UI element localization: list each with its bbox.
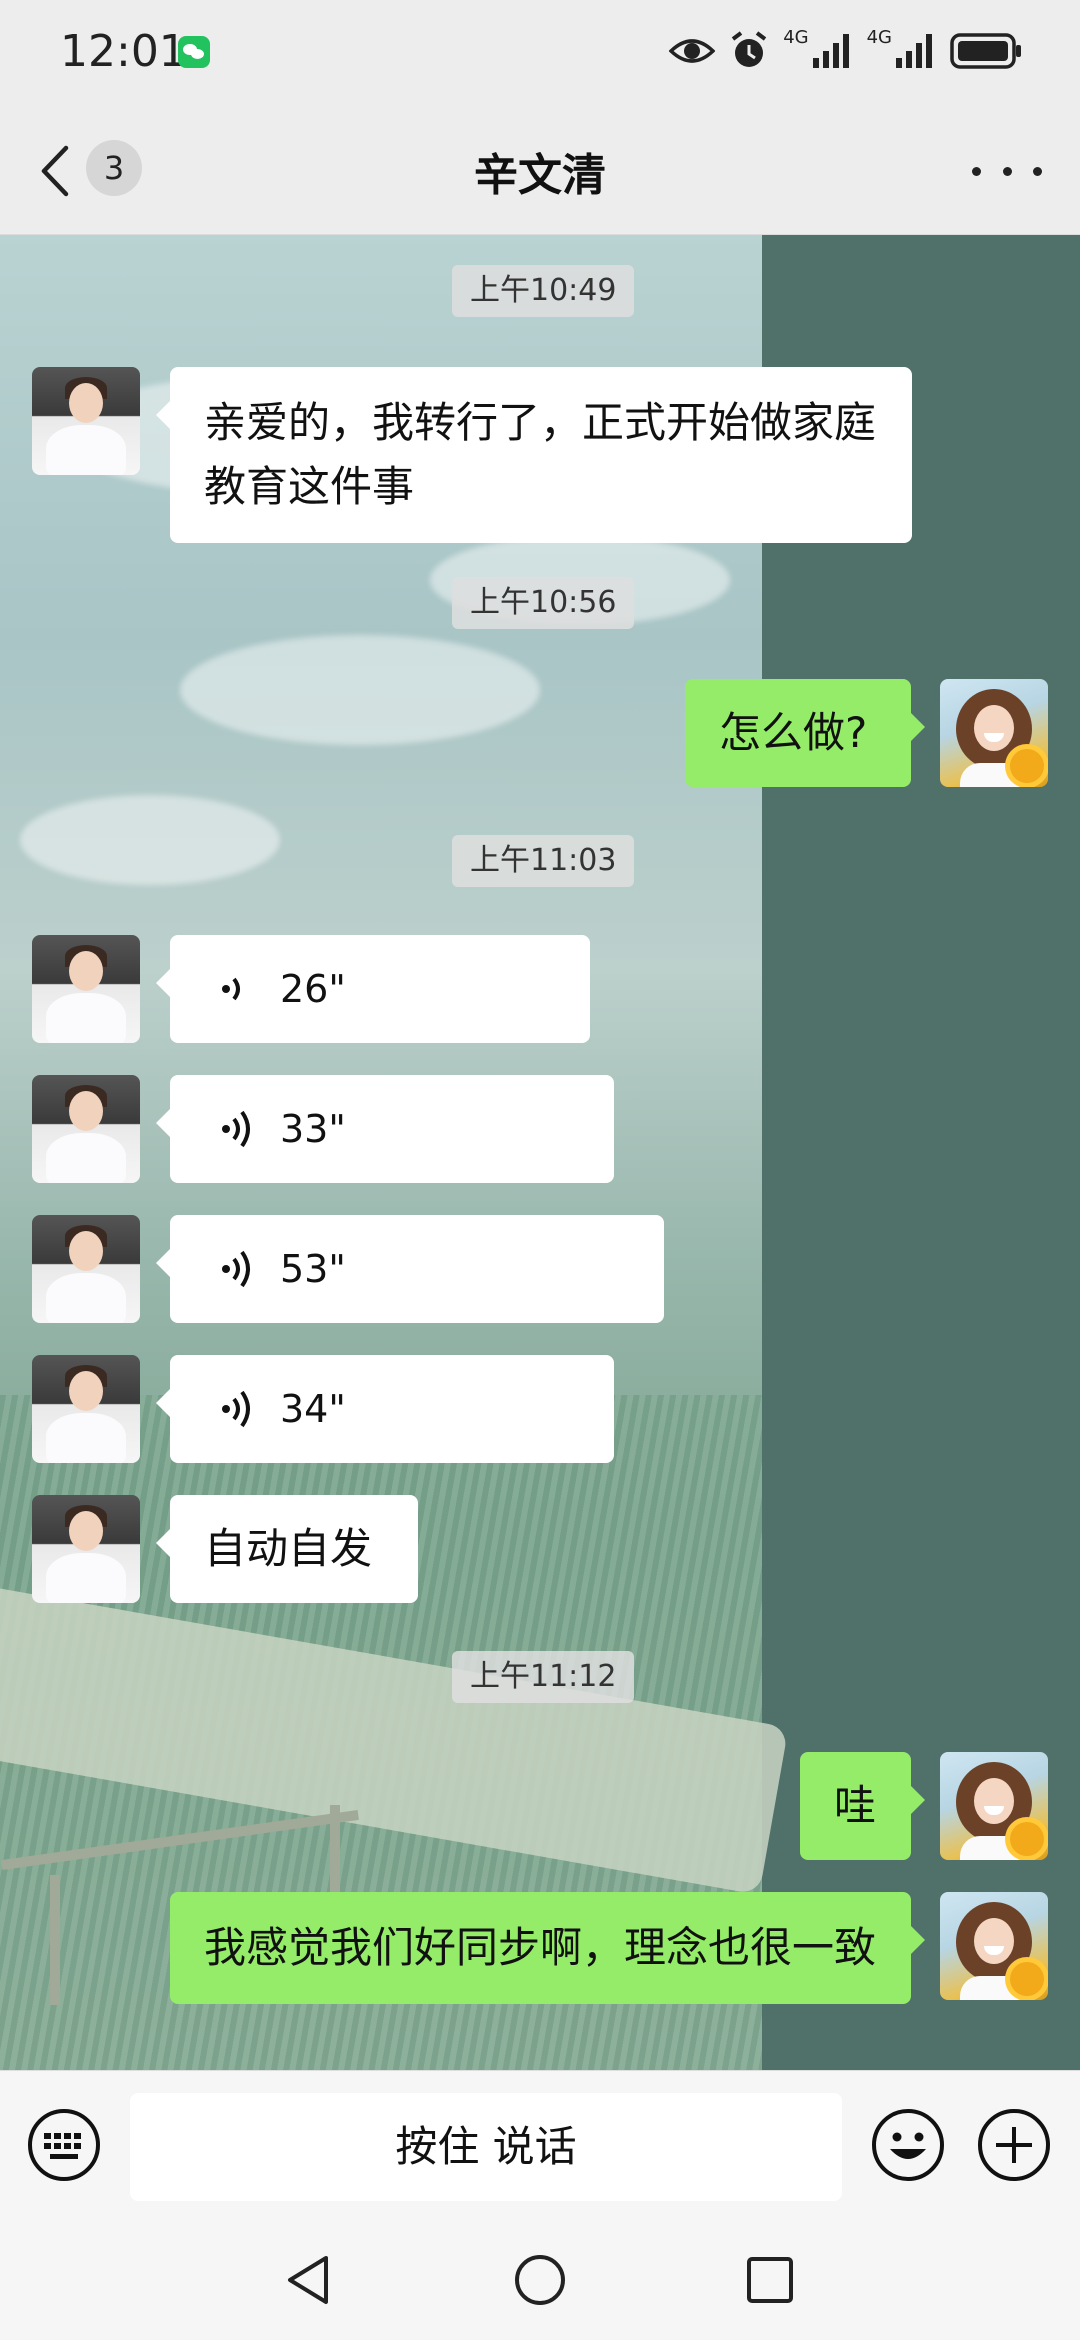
chat-title: 辛文清 <box>474 150 606 201</box>
voice-message[interactable]: 33" <box>156 1075 614 1183</box>
signal-icon <box>812 34 849 68</box>
background-cloud <box>20 795 280 885</box>
voice-duration: 26" <box>280 967 346 1011</box>
self-avatar[interactable] <box>940 679 1048 787</box>
message-text: 我感觉我们好同步啊，理念也很一致 <box>204 1923 877 1972</box>
voice-message[interactable]: 53" <box>156 1215 664 1323</box>
message-bubble-outgoing[interactable]: 我感觉我们好同步啊，理念也很一致 <box>170 1892 925 2004</box>
nav-back-button[interactable] <box>280 2250 340 2310</box>
voice-duration: 34" <box>280 1387 346 1431</box>
emoji-icon <box>872 2109 944 2181</box>
wechat-notification-icon <box>178 36 210 68</box>
voice-wave-icon <box>222 1390 250 1428</box>
recents-square-icon <box>747 2257 793 2303</box>
status-bar: 12:01 4G 4G <box>0 0 1080 105</box>
eye-icon <box>669 39 716 63</box>
timestamp: 上午10:56 <box>452 577 635 629</box>
message-text: 亲爱的，我转行了，正式开始做家庭教育这件事 <box>204 398 877 511</box>
timestamp: 上午11:12 <box>452 1651 635 1703</box>
voice-message[interactable]: 34" <box>156 1355 614 1463</box>
battery-icon <box>950 33 1021 69</box>
voice-wave-icon <box>222 1110 250 1148</box>
voice-message[interactable]: 26" <box>156 935 590 1043</box>
message-text: 自动自发 <box>204 1524 373 1573</box>
back-triangle-icon <box>288 2256 328 2304</box>
alarm-icon <box>731 31 767 67</box>
voice-wave-icon <box>222 1250 250 1288</box>
timestamp: 上午10:49 <box>452 265 635 317</box>
contact-avatar[interactable] <box>32 367 140 475</box>
timestamp: 上午11:03 <box>452 835 635 887</box>
message-bubble-outgoing[interactable]: 怎么做? <box>685 679 925 787</box>
chat-header: 3 辛文清 <box>0 105 1080 235</box>
background-cloud <box>180 635 540 745</box>
home-circle-icon <box>515 2255 565 2305</box>
keyboard-toggle-button[interactable] <box>26 2107 102 2183</box>
plus-icon <box>978 2109 1050 2181</box>
background-fence-post <box>50 1875 60 2005</box>
nav-recents-button[interactable] <box>740 2250 800 2310</box>
contact-avatar[interactable] <box>32 1215 140 1323</box>
emoji-button[interactable] <box>870 2107 946 2183</box>
contact-avatar[interactable] <box>32 1495 140 1603</box>
message-bubble-outgoing[interactable]: 哇 <box>800 1752 925 1860</box>
message-bubble-incoming[interactable]: 自动自发 <box>156 1495 418 1603</box>
system-nav-bar <box>0 2220 1080 2340</box>
more-dots-icon <box>972 166 981 176</box>
network-type-2: 4G <box>866 26 892 48</box>
voice-duration: 53" <box>280 1247 346 1291</box>
message-text: 怎么做? <box>719 708 868 757</box>
self-avatar[interactable] <box>940 1752 1048 1860</box>
status-time: 12:01 <box>60 26 187 77</box>
voice-duration: 33" <box>280 1107 346 1151</box>
message-bubble-incoming[interactable]: 亲爱的，我转行了，正式开始做家庭教育这件事 <box>156 367 912 543</box>
more-options-button[interactable] <box>972 153 1042 189</box>
self-avatar[interactable] <box>940 1892 1048 2000</box>
voice-wave-icon <box>222 977 240 1001</box>
contact-avatar[interactable] <box>32 1355 140 1463</box>
more-functions-button[interactable] <box>976 2107 1052 2183</box>
nav-home-button[interactable] <box>510 2250 570 2310</box>
keyboard-icon <box>28 2109 100 2181</box>
chat-area[interactable]: 上午10:49 亲爱的，我转行了，正式开始做家庭教育这件事 上午10:56 怎么… <box>0 235 1080 2070</box>
contact-avatar[interactable] <box>32 935 140 1043</box>
network-type-1: 4G <box>783 26 809 48</box>
contact-avatar[interactable] <box>32 1075 140 1183</box>
input-bar: 按住 说话 <box>0 2070 1080 2220</box>
signal-icon-2 <box>896 34 932 68</box>
hold-to-talk-button[interactable]: 按住 说话 <box>130 2093 842 2201</box>
status-icons: 4G 4G <box>669 26 1022 74</box>
message-text: 哇 <box>834 1781 877 1830</box>
